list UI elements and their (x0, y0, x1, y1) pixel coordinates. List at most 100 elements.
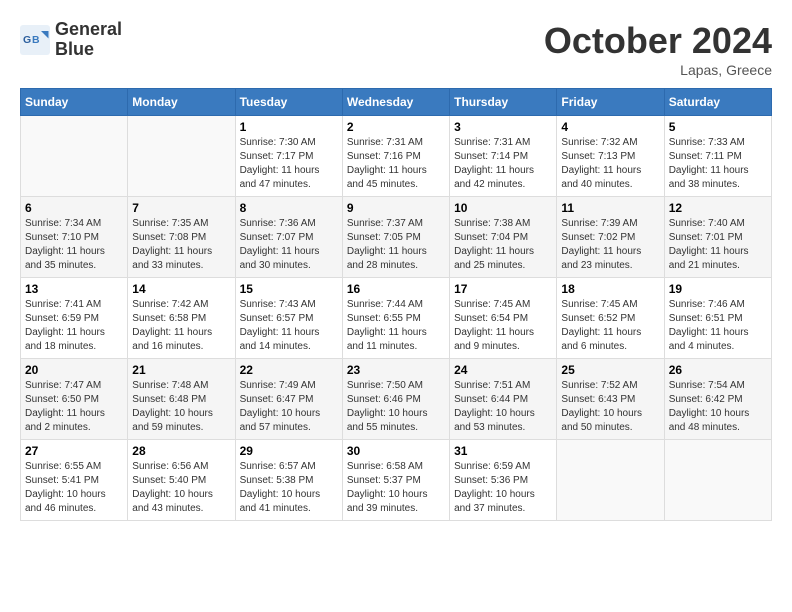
sunrise: Sunrise: 7:40 AM (669, 218, 745, 229)
daylight: Daylight: 10 hours and 41 minutes. (240, 489, 321, 514)
daylight: Daylight: 11 hours and 30 minutes. (240, 246, 320, 271)
calendar-week-row: 20 Sunrise: 7:47 AM Sunset: 6:50 PM Dayl… (21, 359, 772, 440)
calendar-cell: 9 Sunrise: 7:37 AM Sunset: 7:05 PM Dayli… (342, 197, 449, 278)
daylight: Daylight: 11 hours and 33 minutes. (132, 246, 212, 271)
daylight: Daylight: 11 hours and 2 minutes. (25, 408, 105, 433)
day-number: 26 (669, 363, 767, 377)
sunset: Sunset: 6:57 PM (240, 313, 314, 324)
daylight: Daylight: 11 hours and 28 minutes. (347, 246, 427, 271)
weekday-header: Monday (128, 89, 235, 116)
day-info: Sunrise: 7:41 AM Sunset: 6:59 PM Dayligh… (25, 298, 123, 354)
daylight: Daylight: 11 hours and 35 minutes. (25, 246, 105, 271)
calendar-cell: 20 Sunrise: 7:47 AM Sunset: 6:50 PM Dayl… (21, 359, 128, 440)
sunrise: Sunrise: 7:33 AM (669, 137, 745, 148)
day-info: Sunrise: 7:50 AM Sunset: 6:46 PM Dayligh… (347, 379, 445, 435)
sunset: Sunset: 7:01 PM (669, 232, 743, 243)
day-info: Sunrise: 7:45 AM Sunset: 6:52 PM Dayligh… (561, 298, 659, 354)
day-info: Sunrise: 7:35 AM Sunset: 7:08 PM Dayligh… (132, 217, 230, 273)
sunset: Sunset: 7:13 PM (561, 151, 635, 162)
sunset: Sunset: 7:17 PM (240, 151, 314, 162)
calendar-table: SundayMondayTuesdayWednesdayThursdayFrid… (20, 88, 772, 521)
day-info: Sunrise: 7:43 AM Sunset: 6:57 PM Dayligh… (240, 298, 338, 354)
sunset: Sunset: 6:42 PM (669, 394, 743, 405)
sunrise: Sunrise: 7:50 AM (347, 380, 423, 391)
day-info: Sunrise: 7:31 AM Sunset: 7:16 PM Dayligh… (347, 136, 445, 192)
day-number: 30 (347, 444, 445, 458)
logo-line2: Blue (55, 40, 122, 60)
calendar-cell: 7 Sunrise: 7:35 AM Sunset: 7:08 PM Dayli… (128, 197, 235, 278)
day-number: 9 (347, 201, 445, 215)
day-info: Sunrise: 7:33 AM Sunset: 7:11 PM Dayligh… (669, 136, 767, 192)
sunset: Sunset: 6:50 PM (25, 394, 99, 405)
day-number: 24 (454, 363, 552, 377)
calendar-cell: 17 Sunrise: 7:45 AM Sunset: 6:54 PM Dayl… (450, 278, 557, 359)
calendar-cell: 12 Sunrise: 7:40 AM Sunset: 7:01 PM Dayl… (664, 197, 771, 278)
day-number: 4 (561, 120, 659, 134)
calendar-week-row: 6 Sunrise: 7:34 AM Sunset: 7:10 PM Dayli… (21, 197, 772, 278)
daylight: Daylight: 10 hours and 48 minutes. (669, 408, 750, 433)
daylight: Daylight: 10 hours and 53 minutes. (454, 408, 535, 433)
sunrise: Sunrise: 6:59 AM (454, 461, 530, 472)
day-number: 1 (240, 120, 338, 134)
day-number: 29 (240, 444, 338, 458)
day-number: 10 (454, 201, 552, 215)
sunrise: Sunrise: 7:45 AM (561, 299, 637, 310)
day-info: Sunrise: 7:32 AM Sunset: 7:13 PM Dayligh… (561, 136, 659, 192)
page-header: G B General Blue October 2024 Lapas, Gre… (20, 20, 772, 78)
day-number: 17 (454, 282, 552, 296)
sunset: Sunset: 7:07 PM (240, 232, 314, 243)
svg-text:G: G (23, 34, 31, 46)
daylight: Daylight: 11 hours and 45 minutes. (347, 165, 427, 190)
calendar-cell: 29 Sunrise: 6:57 AM Sunset: 5:38 PM Dayl… (235, 440, 342, 521)
day-number: 25 (561, 363, 659, 377)
sunset: Sunset: 5:37 PM (347, 475, 421, 486)
day-number: 12 (669, 201, 767, 215)
day-number: 6 (25, 201, 123, 215)
calendar-cell: 21 Sunrise: 7:48 AM Sunset: 6:48 PM Dayl… (128, 359, 235, 440)
sunset: Sunset: 6:43 PM (561, 394, 635, 405)
daylight: Daylight: 10 hours and 59 minutes. (132, 408, 213, 433)
daylight: Daylight: 11 hours and 18 minutes. (25, 327, 105, 352)
logo-text: General Blue (55, 20, 122, 60)
day-number: 21 (132, 363, 230, 377)
calendar-week-row: 13 Sunrise: 7:41 AM Sunset: 6:59 PM Dayl… (21, 278, 772, 359)
sunset: Sunset: 7:02 PM (561, 232, 635, 243)
calendar-week-row: 27 Sunrise: 6:55 AM Sunset: 5:41 PM Dayl… (21, 440, 772, 521)
sunrise: Sunrise: 7:38 AM (454, 218, 530, 229)
day-number: 16 (347, 282, 445, 296)
month-title: October 2024 (544, 20, 772, 62)
day-info: Sunrise: 7:37 AM Sunset: 7:05 PM Dayligh… (347, 217, 445, 273)
sunrise: Sunrise: 7:48 AM (132, 380, 208, 391)
sunrise: Sunrise: 7:35 AM (132, 218, 208, 229)
sunrise: Sunrise: 6:55 AM (25, 461, 101, 472)
day-number: 11 (561, 201, 659, 215)
daylight: Daylight: 11 hours and 11 minutes. (347, 327, 427, 352)
daylight: Daylight: 11 hours and 38 minutes. (669, 165, 749, 190)
day-info: Sunrise: 7:45 AM Sunset: 6:54 PM Dayligh… (454, 298, 552, 354)
daylight: Daylight: 10 hours and 55 minutes. (347, 408, 428, 433)
day-info: Sunrise: 6:59 AM Sunset: 5:36 PM Dayligh… (454, 460, 552, 516)
sunrise: Sunrise: 6:56 AM (132, 461, 208, 472)
day-number: 15 (240, 282, 338, 296)
sunset: Sunset: 5:38 PM (240, 475, 314, 486)
day-info: Sunrise: 7:30 AM Sunset: 7:17 PM Dayligh… (240, 136, 338, 192)
calendar-cell: 8 Sunrise: 7:36 AM Sunset: 7:07 PM Dayli… (235, 197, 342, 278)
calendar-cell (128, 116, 235, 197)
logo-line1: General (55, 20, 122, 40)
calendar-cell: 2 Sunrise: 7:31 AM Sunset: 7:16 PM Dayli… (342, 116, 449, 197)
calendar-cell: 1 Sunrise: 7:30 AM Sunset: 7:17 PM Dayli… (235, 116, 342, 197)
calendar-week-row: 1 Sunrise: 7:30 AM Sunset: 7:17 PM Dayli… (21, 116, 772, 197)
weekday-header: Wednesday (342, 89, 449, 116)
day-info: Sunrise: 7:54 AM Sunset: 6:42 PM Dayligh… (669, 379, 767, 435)
day-number: 8 (240, 201, 338, 215)
day-number: 23 (347, 363, 445, 377)
day-info: Sunrise: 7:34 AM Sunset: 7:10 PM Dayligh… (25, 217, 123, 273)
day-info: Sunrise: 7:31 AM Sunset: 7:14 PM Dayligh… (454, 136, 552, 192)
sunrise: Sunrise: 7:41 AM (25, 299, 101, 310)
daylight: Daylight: 11 hours and 16 minutes. (132, 327, 212, 352)
sunrise: Sunrise: 7:39 AM (561, 218, 637, 229)
daylight: Daylight: 10 hours and 43 minutes. (132, 489, 213, 514)
sunrise: Sunrise: 7:36 AM (240, 218, 316, 229)
day-info: Sunrise: 7:52 AM Sunset: 6:43 PM Dayligh… (561, 379, 659, 435)
sunrise: Sunrise: 7:52 AM (561, 380, 637, 391)
